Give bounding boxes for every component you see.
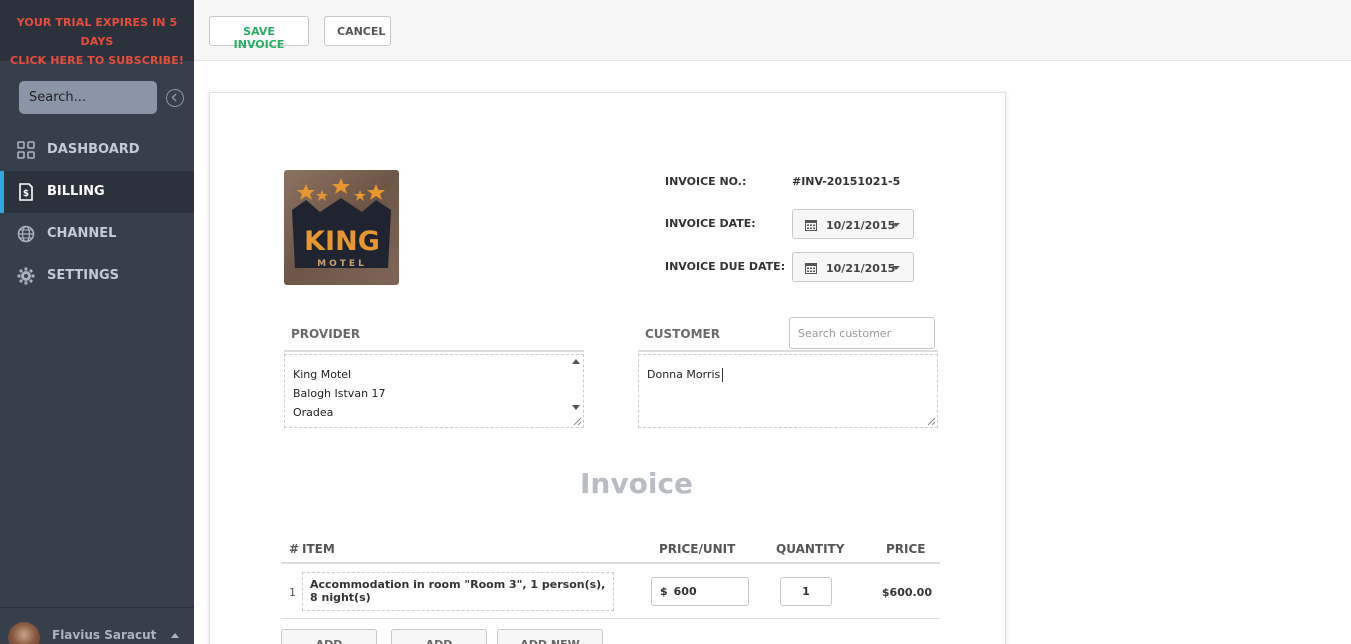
- avatar[interactable]: [8, 622, 40, 644]
- invoice-date-picker[interactable]: 10/21/2015: [792, 209, 914, 239]
- sidebar: YOUR TRIAL EXPIRES IN 5 DAYS CLICK HERE …: [0, 0, 194, 644]
- logo-text: KING: [304, 226, 380, 257]
- trial-expiry-text[interactable]: YOUR TRIAL EXPIRES IN 5 DAYS: [0, 13, 194, 51]
- provider-divider: [284, 350, 584, 352]
- row-number: 1: [289, 586, 296, 599]
- save-invoice-button[interactable]: SAVE INVOICE: [209, 16, 309, 51]
- provider-heading: PROVIDER: [291, 327, 361, 341]
- crown-logo-icon: KING MOTEL: [292, 178, 391, 269]
- globe-icon: [17, 225, 35, 243]
- invoice-title: Invoice: [580, 467, 694, 500]
- logo-subtext: MOTEL: [317, 259, 367, 269]
- toolbar: SAVE INVOICE CANCEL: [194, 0, 1351, 61]
- provider-line: Oradea: [293, 406, 334, 419]
- invoice-dollar-icon: $: [19, 183, 33, 201]
- svg-text:$: $: [23, 189, 29, 199]
- column-header-number: #: [289, 542, 300, 556]
- provider-textarea[interactable]: King Motel Balogh Istvan 17 Oradea: [284, 354, 584, 428]
- grid-icon: [17, 141, 35, 159]
- company-logo[interactable]: KING MOTEL: [284, 170, 399, 285]
- price-unit-input[interactable]: $600: [651, 577, 749, 606]
- subscribe-link[interactable]: CLICK HERE TO SUBSCRIBE!: [0, 51, 194, 70]
- quantity-input[interactable]: 1: [780, 577, 832, 606]
- invoice-due-date-picker[interactable]: 10/21/2015: [792, 252, 914, 282]
- invoice-date-label: INVOICE DATE:: [665, 217, 756, 230]
- invoice-number-label: INVOICE NO.:: [665, 175, 747, 188]
- column-header-price-unit: PRICE/UNIT: [659, 542, 736, 556]
- add-service-button[interactable]: ADD SERVICE: [391, 629, 487, 644]
- sidebar-item-channel[interactable]: CHANNEL: [0, 213, 194, 255]
- customer-name: Donna Morris: [647, 368, 721, 381]
- customer-textarea[interactable]: Donna Morris: [638, 354, 938, 428]
- caret-down-icon: [892, 223, 900, 227]
- customer-heading: CUSTOMER: [645, 327, 720, 341]
- invoice-due-date-label: INVOICE DUE DATE:: [665, 260, 786, 273]
- table-row-divider: [281, 618, 940, 619]
- currency-symbol: $: [660, 585, 668, 598]
- sidebar-item-label: SETTINGS: [47, 268, 120, 283]
- resize-handle-icon[interactable]: [927, 417, 936, 426]
- caret-down-icon: [892, 266, 900, 270]
- sidebar-item-label: BILLING: [47, 184, 105, 199]
- resize-handle-icon[interactable]: [573, 417, 582, 426]
- sidebar-item-dashboard[interactable]: DASHBOARD: [0, 129, 194, 171]
- trial-banner[interactable]: YOUR TRIAL EXPIRES IN 5 DAYS CLICK HERE …: [0, 0, 194, 67]
- invoice-due-date-value: 10/21/2015: [826, 262, 896, 275]
- column-header-price: PRICE: [886, 542, 926, 556]
- row-price: $600.00: [881, 586, 932, 599]
- item-description-input[interactable]: Accommodation in room "Room 3", 1 person…: [302, 572, 614, 611]
- chevron-left-icon: [171, 93, 177, 102]
- user-menu[interactable]: Flavius Saracut: [0, 607, 194, 644]
- cancel-button[interactable]: CANCEL: [324, 16, 391, 46]
- sidebar-search-row: Search...: [19, 81, 195, 114]
- customer-divider: [638, 350, 938, 352]
- text-cursor: [722, 368, 724, 382]
- calendar-icon: [805, 263, 817, 274]
- collapse-sidebar-button[interactable]: [166, 89, 184, 107]
- sidebar-search-input[interactable]: Search...: [19, 81, 157, 114]
- calendar-icon: [805, 220, 817, 231]
- scrollbar[interactable]: [571, 357, 581, 412]
- add-booking-button[interactable]: ADD BOOKING: [281, 629, 377, 644]
- add-new-row-button[interactable]: ADD NEW ROW: [497, 629, 603, 644]
- provider-line: King Motel: [293, 368, 352, 381]
- invoice-number-value: #INV-20151021-5: [792, 175, 901, 188]
- gear-icon: [17, 267, 35, 285]
- customer-search-input[interactable]: Search customer: [789, 317, 935, 349]
- provider-line: Balogh Istvan 17: [293, 387, 386, 400]
- invoice-date-value: 10/21/2015: [826, 219, 896, 232]
- invoice-sheet: KING MOTEL INVOICE NO.: #INV-20151021-5 …: [209, 92, 1006, 644]
- sidebar-item-label: CHANNEL: [47, 226, 117, 241]
- user-name[interactable]: Flavius Saracut: [52, 628, 156, 642]
- column-header-item: ITEM: [302, 542, 335, 556]
- sidebar-item-billing[interactable]: $ BILLING: [0, 171, 194, 213]
- sidebar-item-settings[interactable]: SETTINGS: [0, 255, 194, 297]
- price-unit-value: 600: [673, 585, 697, 598]
- caret-up-icon[interactable]: [171, 633, 179, 638]
- table-header-divider: [281, 562, 940, 564]
- column-header-quantity: QUANTITY: [776, 542, 845, 556]
- sidebar-item-label: DASHBOARD: [47, 142, 140, 157]
